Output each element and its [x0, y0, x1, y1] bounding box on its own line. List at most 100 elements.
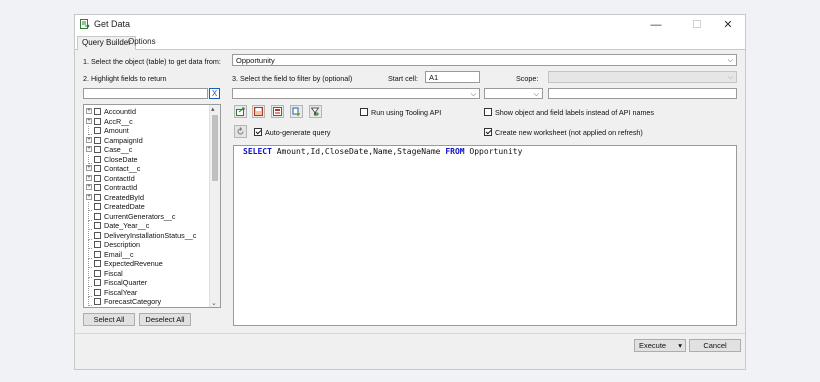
sql-fields: Amount,Id,CloseDate,Name,StageName [276, 147, 441, 156]
field-checkbox[interactable] [94, 298, 101, 305]
field-tree-label: Date_Year__c [104, 221, 150, 230]
field-checkbox[interactable] [94, 269, 101, 277]
field-tree-label: Contact__c [104, 164, 141, 173]
field-checkbox[interactable] [94, 184, 101, 191]
object-select[interactable]: Opportunity ⌵ [232, 54, 737, 66]
tree-connector [88, 249, 92, 259]
chevron-down-icon: ⌵ [727, 74, 733, 81]
filter-criteria-input[interactable] [548, 88, 737, 99]
footer-divider [75, 333, 745, 334]
start-cell-label: Start cell: [388, 74, 418, 83]
scrollbar-thumb[interactable] [212, 115, 218, 181]
scroll-down-icon[interactable]: ⌄ [211, 299, 217, 307]
field-tree-label: CloseDate [104, 154, 138, 164]
clear-search-button[interactable]: X [209, 88, 220, 99]
select-all-button[interactable]: Select All [83, 313, 135, 326]
refresh-button[interactable] [234, 125, 247, 138]
tab-options[interactable]: Options [124, 36, 160, 49]
field-checkbox[interactable] [94, 193, 101, 201]
field-tree-label: AccountId [104, 107, 136, 116]
tree-connector [88, 259, 92, 268]
refresh-icon [237, 127, 244, 135]
expand-icon[interactable]: + [86, 117, 92, 124]
deselect-all-button[interactable]: Deselect All [139, 313, 191, 326]
minimize-button[interactable]: — [639, 15, 673, 35]
execute-label: Execute [639, 341, 667, 350]
field-checkbox[interactable] [94, 241, 101, 248]
query-editor[interactable]: SELECT Amount,Id,CloseDate,Name,StageNam… [233, 145, 737, 326]
expand-icon[interactable]: + [86, 193, 92, 200]
field-checkbox[interactable] [94, 136, 101, 144]
expand-icon[interactable]: + [86, 174, 92, 181]
query-text: SELECT Amount,Id,CloseDate,Name,StageNam… [243, 147, 522, 156]
expand-icon[interactable]: + [86, 165, 92, 171]
close-button[interactable]: ✕ [711, 15, 745, 35]
tree-connector [88, 297, 92, 306]
field-checkbox[interactable] [94, 155, 101, 163]
field-tree-label: FiscalQuarter [104, 278, 148, 287]
field-tree-label: Description [104, 240, 140, 249]
expand-icon[interactable]: + [86, 184, 92, 190]
field-checkbox[interactable] [94, 260, 101, 267]
expand-icon[interactable]: + [86, 108, 92, 114]
auto-generate-checkbox[interactable] [254, 128, 262, 136]
execute-button[interactable]: Execute ▾ [634, 339, 686, 352]
field-checkbox[interactable] [94, 222, 101, 229]
window-title: Get Data [94, 19, 131, 29]
load-button[interactable] [271, 105, 284, 118]
object-value: Opportunity [236, 56, 275, 65]
highlight-label: 2. Highlight fields to return [83, 74, 167, 83]
clear-filter-button[interactable] [309, 105, 322, 118]
field-checkbox[interactable] [94, 231, 101, 239]
tooling-api-label: Run using Tooling API [371, 108, 442, 117]
field-tree-label: Fiscal [104, 268, 123, 278]
field-checkbox[interactable] [94, 279, 101, 286]
tooling-api-checkbox[interactable] [360, 108, 368, 116]
field-tree-label: CreatedDate [104, 202, 145, 211]
scope-select[interactable]: ⌵ [548, 71, 737, 83]
auto-generate-label: Auto-generate query [265, 128, 331, 137]
field-checkbox[interactable] [94, 108, 101, 115]
field-checkbox[interactable] [94, 250, 101, 258]
save-button[interactable] [252, 105, 265, 118]
filter-label: 3. Select the field to filter by (option… [232, 74, 353, 83]
new-worksheet-checkbox[interactable] [484, 128, 492, 136]
filter-operator-select[interactable]: ⌵ [484, 88, 543, 99]
fields-tree[interactable]: + AccountId + AccR__c Amount + CampaignId + Case… [83, 104, 221, 308]
field-tree-label: FiscalYear [104, 287, 138, 297]
field-tree-label: ContractId [104, 183, 138, 192]
field-search-input[interactable] [83, 88, 208, 99]
field-tree-label: AccR__c [104, 116, 133, 126]
tree-connector [88, 202, 92, 211]
export-button[interactable] [234, 105, 247, 118]
maximize-button[interactable]: ☐ [680, 15, 714, 35]
field-checkbox[interactable] [94, 146, 101, 153]
start-cell-input[interactable]: A1 [425, 71, 480, 83]
field-checkbox[interactable] [94, 117, 101, 125]
clear-filter-icon [311, 107, 320, 116]
show-labels-checkbox[interactable] [484, 108, 492, 116]
field-checkbox[interactable] [94, 127, 101, 134]
load-icon [273, 107, 282, 116]
field-tree-label: CampaignId [104, 135, 143, 145]
expand-icon[interactable]: + [86, 136, 92, 143]
field-checkbox[interactable] [94, 165, 101, 172]
field-checkbox[interactable] [94, 203, 101, 210]
field-checkbox[interactable] [94, 212, 101, 220]
field-checkbox[interactable] [94, 174, 101, 182]
expand-icon[interactable]: + [86, 146, 92, 152]
chevron-down-icon: ⌵ [470, 91, 476, 98]
field-tree-label: CurrentGenerators__c [104, 211, 176, 221]
object-label: 1. Select the object (table) to get data… [83, 57, 221, 66]
title-bar: Get Data — ☐ ✕ [75, 15, 745, 35]
get-data-dialog: Get Data — ☐ ✕ Query Builder Options 1. … [74, 14, 746, 370]
cancel-button[interactable]: Cancel [689, 339, 741, 352]
filter-field-select[interactable]: ⌵ [232, 88, 480, 99]
dropdown-arrow-icon[interactable]: ▾ [678, 340, 682, 351]
field-checkbox[interactable] [94, 288, 101, 296]
scroll-up-icon[interactable]: ▴ [211, 105, 215, 113]
field-tree-label: ForecastCategory [104, 297, 162, 306]
add-filter-button[interactable] [290, 105, 303, 118]
tree-scrollbar[interactable]: ▴ ⌄ [209, 105, 220, 307]
scope-label: Scope: [516, 74, 539, 83]
